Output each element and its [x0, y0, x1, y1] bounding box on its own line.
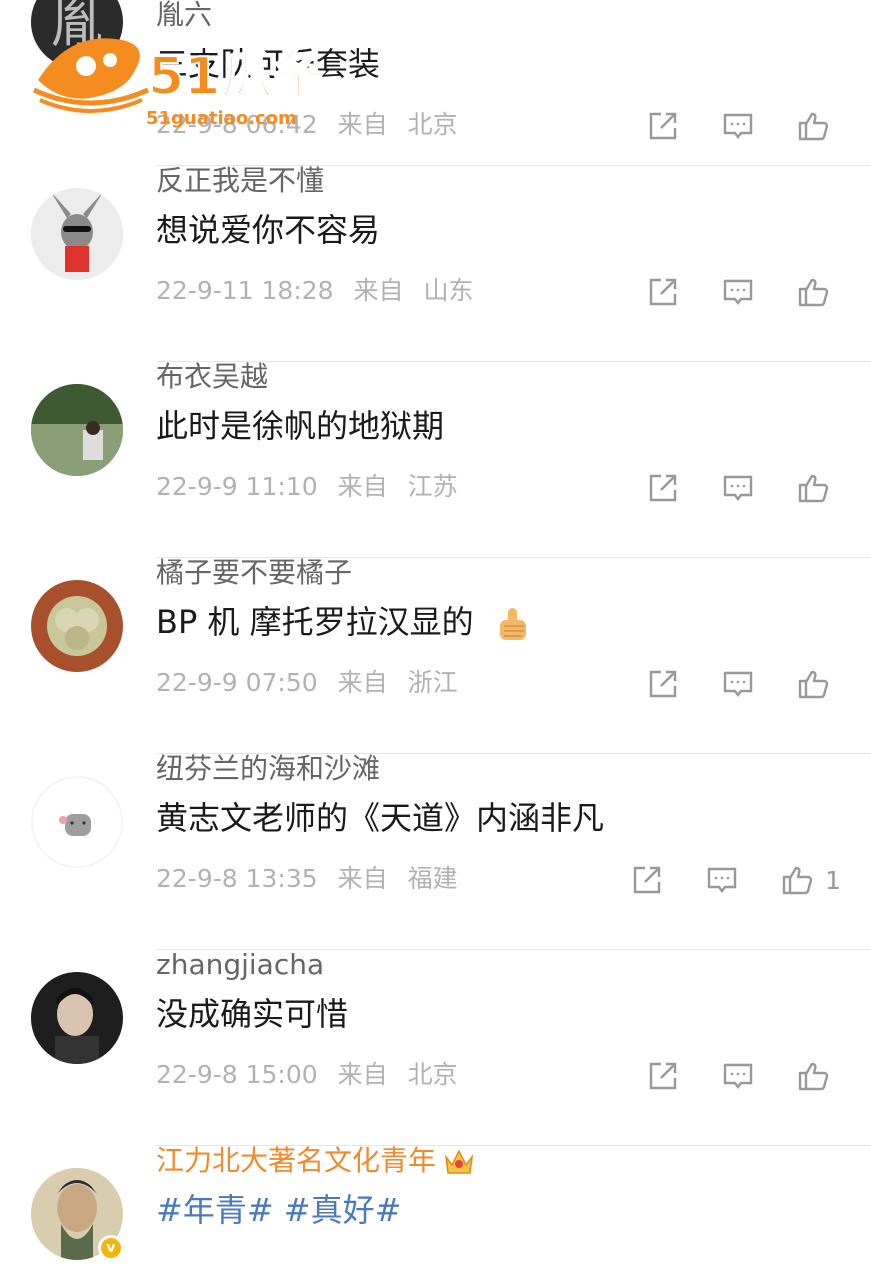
comment-meta: 22-9-9 07:50 来自 浙江	[156, 668, 458, 698]
comment-icon[interactable]	[718, 1058, 758, 1094]
thumbs-up-icon	[777, 862, 817, 898]
like-button[interactable]: 1	[777, 862, 841, 898]
comment-username[interactable]: 江力北大著名文化青年	[156, 1144, 476, 1179]
like-button[interactable]	[793, 1058, 841, 1094]
comment-icon[interactable]	[702, 862, 742, 898]
comment-icon[interactable]	[718, 108, 758, 144]
comment-location: 北京	[407, 1060, 458, 1089]
comment-location: 北京	[407, 110, 458, 139]
avatar[interactable]	[31, 776, 123, 868]
thumbs-up-icon	[793, 666, 833, 702]
comment-from-label: 来自	[337, 110, 388, 139]
avatar[interactable]	[31, 580, 123, 672]
comment-text: 没成确实可惜	[156, 995, 349, 1033]
thumbs-up-icon	[793, 274, 833, 310]
like-button[interactable]	[793, 274, 841, 310]
comment-username-text: 江力北大著名文化青年	[156, 1144, 437, 1177]
like-button[interactable]	[793, 470, 841, 506]
comment-meta: 22-9-11 18:28 来自 山东	[156, 276, 474, 306]
share-icon[interactable]	[643, 274, 683, 310]
comment-username[interactable]: 橘子要不要橘子	[156, 556, 352, 590]
comment-text: BP 机 摩托罗拉汉显的	[156, 602, 530, 644]
avatar[interactable]	[31, 384, 123, 476]
crown-icon	[444, 1149, 474, 1174]
share-icon[interactable]	[643, 470, 683, 506]
comment-username[interactable]: zhangjiacha	[156, 948, 324, 982]
verified-badge-icon: v	[98, 1235, 124, 1261]
comment-text-content: BP 机 摩托罗拉汉显的	[156, 603, 474, 641]
like-count: 1	[825, 865, 841, 895]
like-button[interactable]	[793, 666, 841, 702]
comment-date: 22-9-8 15:00	[156, 1060, 318, 1089]
comment-text: 想说爱你不容易	[156, 211, 381, 249]
comment-item: 橘子要不要橘子 BP 机 摩托罗拉汉显的 22-9-9 07:50 来自 浙江	[0, 556, 871, 754]
comment-location: 山东	[423, 276, 474, 305]
comment-actions	[608, 470, 841, 506]
watermark-logo: 51瓜条 51guatiao.com	[30, 20, 340, 129]
comment-icon[interactable]	[718, 666, 758, 702]
comment-icon[interactable]	[718, 470, 758, 506]
comment-from-label: 来自	[337, 1060, 388, 1089]
comment-actions	[608, 108, 841, 144]
comment-from-label: 来自	[337, 864, 388, 893]
comment-from-label: 来自	[353, 276, 404, 305]
comment-date: 22-9-9 07:50	[156, 668, 318, 697]
comment-item: 反正我是不懂 想说爱你不容易 22-9-11 18:28 来自 山东	[0, 164, 871, 362]
share-icon[interactable]	[643, 108, 683, 144]
comment-text: 此时是徐帆的地狱期	[156, 407, 445, 445]
comment-actions	[608, 666, 841, 702]
comment-username[interactable]: 布衣吴越	[156, 360, 268, 394]
thumbs-up-icon	[793, 108, 833, 144]
comment-date: 22-9-8 13:35	[156, 864, 318, 893]
comment-actions	[608, 1058, 841, 1094]
comment-meta: 22-9-8 13:35 来自 福建	[156, 864, 458, 894]
thumbs-up-emoji-icon	[499, 608, 526, 640]
comment-username[interactable]: 反正我是不懂	[156, 164, 324, 198]
watermark-url: 51guatiao.com	[146, 108, 297, 129]
share-icon[interactable]	[643, 1058, 683, 1094]
share-icon[interactable]	[643, 666, 683, 702]
comment-from-label: 来自	[337, 472, 388, 501]
comment-icon[interactable]	[718, 274, 758, 310]
comment-from-label: 来自	[337, 668, 388, 697]
comment-date: 22-9-11 18:28	[156, 276, 334, 305]
comment-username[interactable]: 纽芬兰的海和沙滩	[156, 752, 380, 786]
like-button[interactable]	[793, 108, 841, 144]
comment-hashtags[interactable]: #年青# #真好#	[156, 1190, 401, 1230]
svg-text:51瓜条: 51瓜条	[148, 47, 324, 107]
comment-date: 22-9-9 11:10	[156, 472, 318, 501]
avatar[interactable]	[31, 972, 123, 1064]
comment-location: 江苏	[407, 472, 458, 501]
share-icon[interactable]	[627, 862, 667, 898]
comment-actions	[608, 274, 841, 310]
comment-actions: 1	[592, 862, 841, 898]
comment-item: 布衣吴越 此时是徐帆的地狱期 22-9-9 11:10 来自 江苏	[0, 360, 871, 558]
avatar[interactable]	[31, 188, 123, 280]
comment-location: 福建	[407, 864, 458, 893]
comment-text: 黄志文老师的《天道》内涵非凡	[156, 799, 605, 837]
comment-item: v 江力北大著名文化青年 #年青# #真好#	[0, 1144, 871, 1280]
comment-meta: 22-9-8 15:00 来自 北京	[156, 1060, 458, 1090]
comment-meta: 22-9-9 11:10 来自 江苏	[156, 472, 458, 502]
comment-item: zhangjiacha 没成确实可惜 22-9-8 15:00 来自 北京	[0, 948, 871, 1146]
thumbs-up-icon	[793, 1058, 833, 1094]
thumbs-up-icon	[793, 470, 833, 506]
comment-item: 纽芬兰的海和沙滩 黄志文老师的《天道》内涵非凡 22-9-8 13:35 来自 …	[0, 752, 871, 950]
comment-location: 浙江	[407, 668, 458, 697]
